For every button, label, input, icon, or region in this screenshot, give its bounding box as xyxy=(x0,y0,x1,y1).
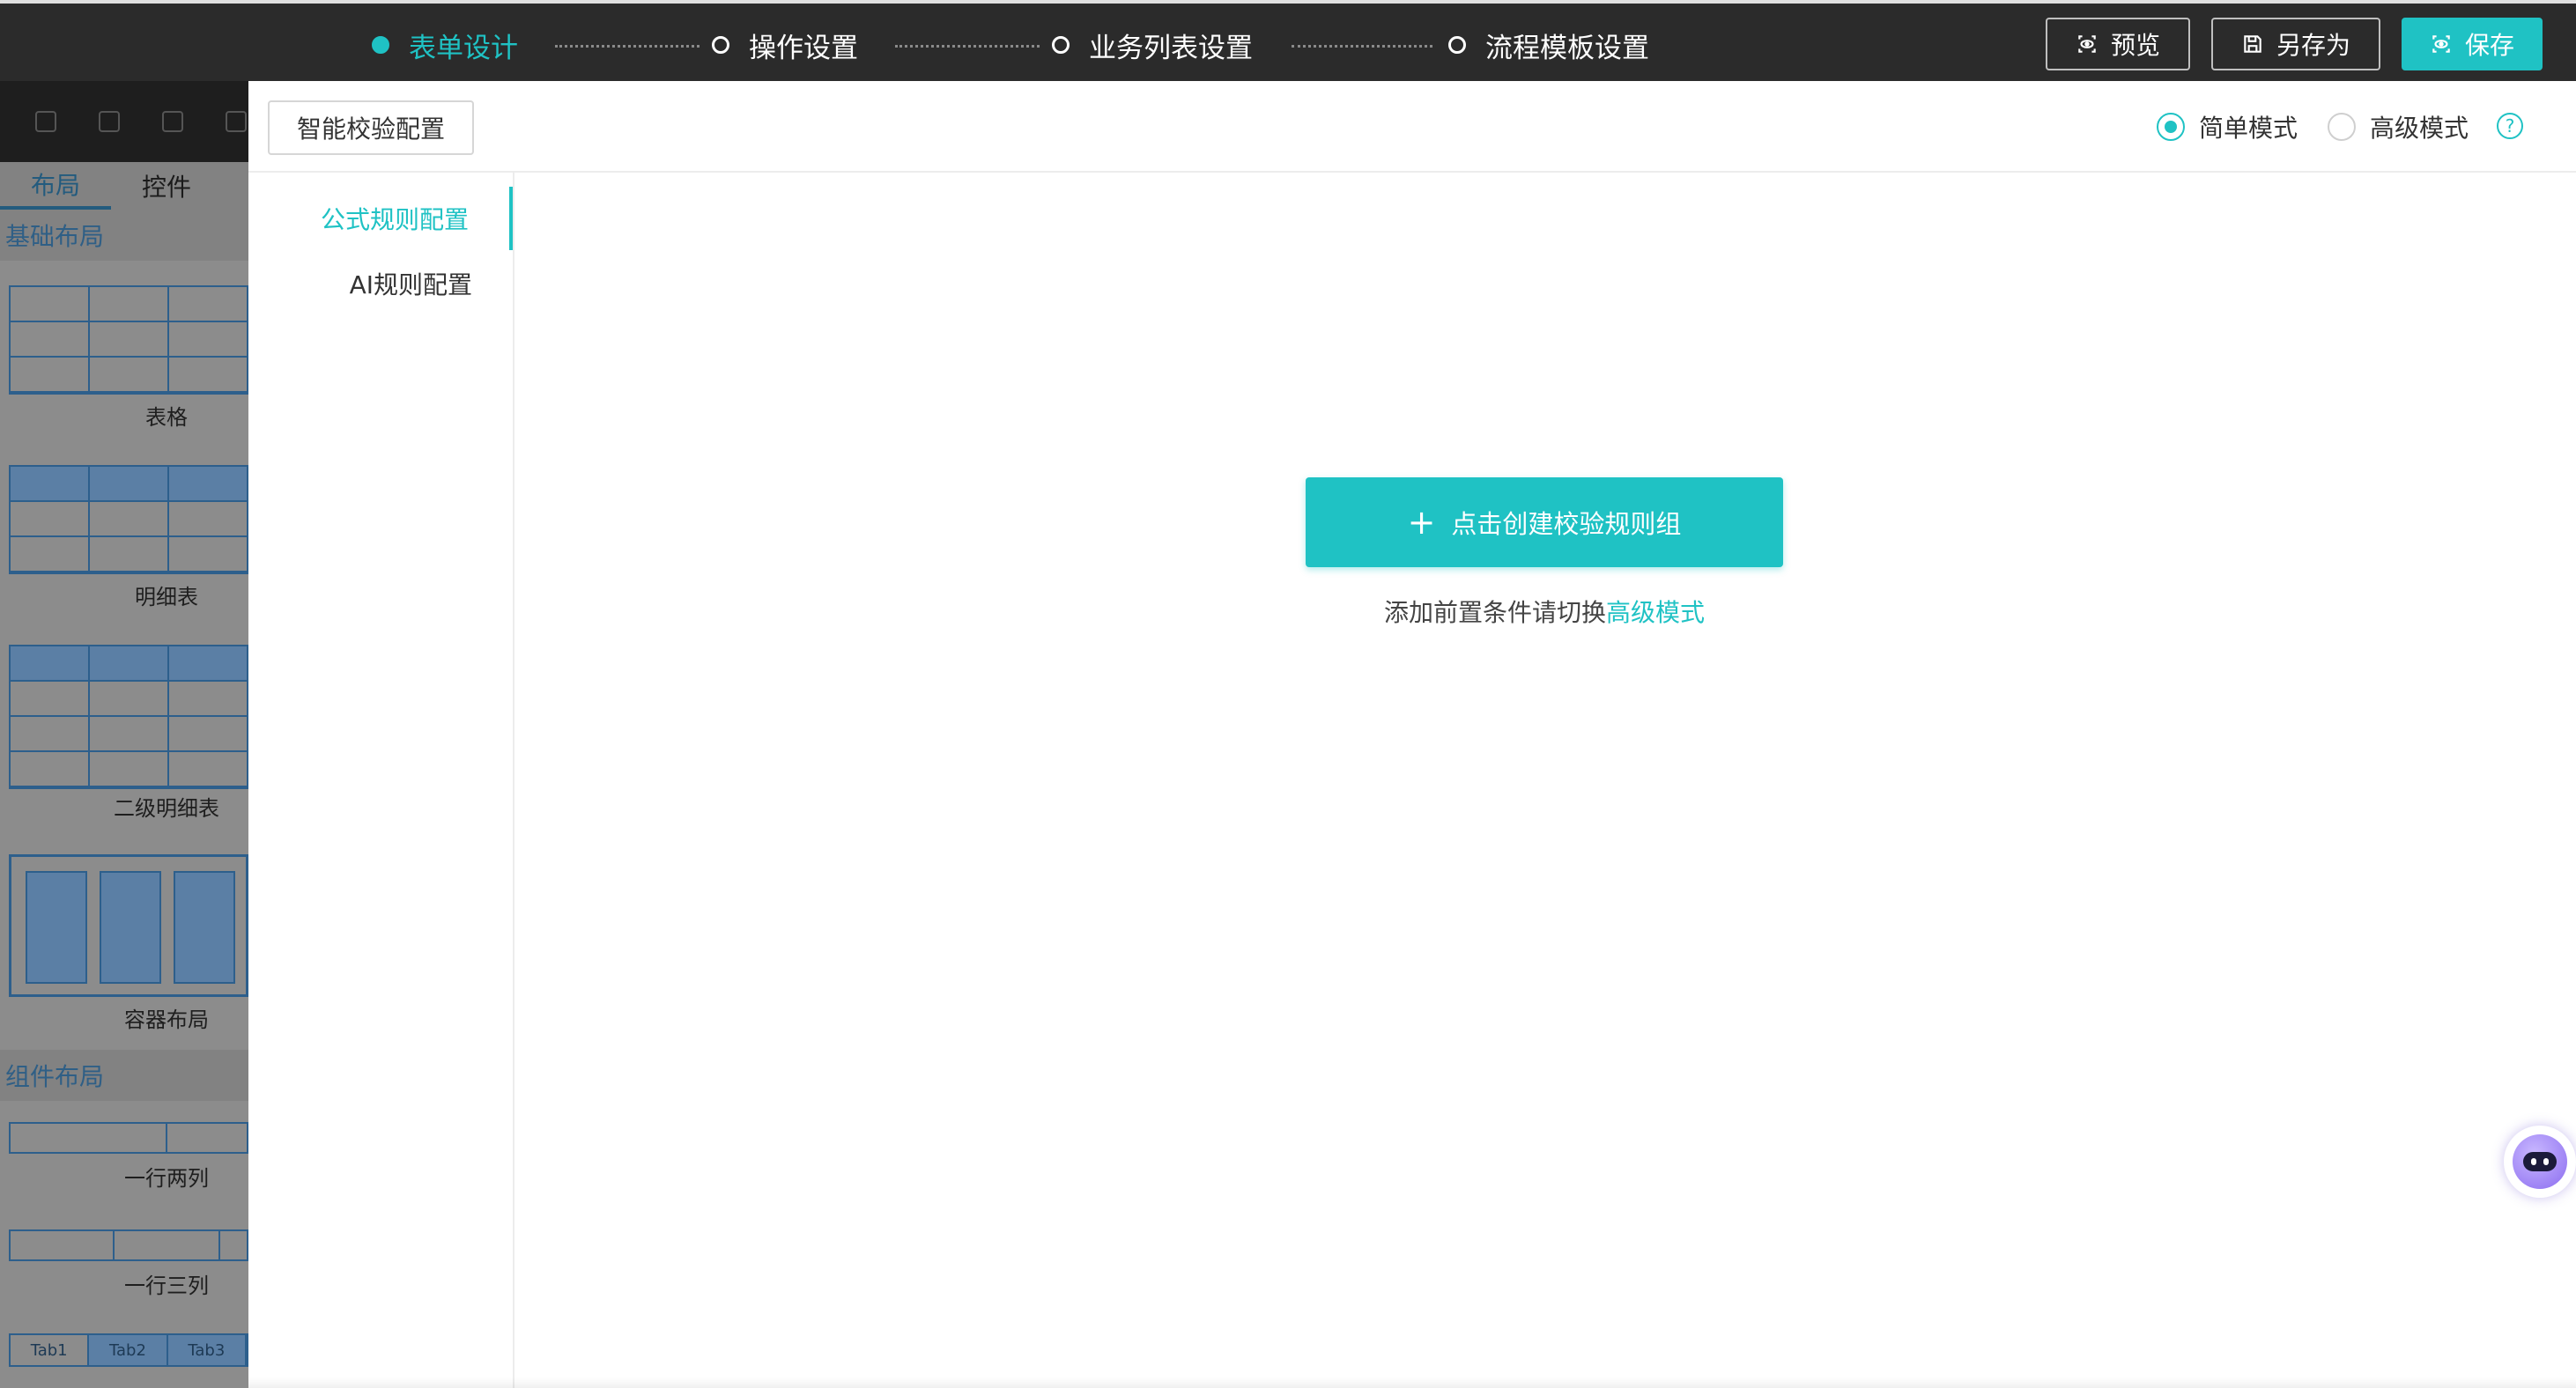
widget-detail-table[interactable] xyxy=(9,465,248,574)
mode-advanced-label: 高级模式 xyxy=(2370,114,2469,143)
advanced-mode-link[interactable]: 高级模式 xyxy=(1606,598,1705,627)
preview-button[interactable]: 预览 xyxy=(2046,18,2190,70)
robot-icon xyxy=(2513,1134,2567,1189)
tab-layout[interactable]: 布局 xyxy=(0,162,111,210)
nav-ai-rules[interactable]: AI规则配置 xyxy=(247,252,513,315)
mode-simple-label: 简单模式 xyxy=(2199,114,2298,143)
step-business-list-settings[interactable]: 业务列表设置 xyxy=(1052,25,1253,65)
widget-tab-label: Tab1 xyxy=(11,1335,90,1365)
toolbar-icon xyxy=(35,111,56,132)
step-separator xyxy=(1292,45,1432,48)
top-bar: 表单设计 操作设置 业务列表设置 流程模板设置 预览 另存为 保存 xyxy=(0,0,2576,81)
step-label: 流程模板设置 xyxy=(1485,32,1649,64)
eye-icon xyxy=(2078,35,2096,53)
widget-three-columns[interactable] xyxy=(9,1229,248,1261)
ai-assistant-button[interactable] xyxy=(2504,1126,2576,1198)
plus-icon: + xyxy=(1407,503,1436,542)
toolbar-icon xyxy=(162,111,183,132)
panel-toolbar xyxy=(0,81,248,162)
rule-nav: 公式规则配置 AI规则配置 xyxy=(248,173,514,1388)
step-operation-settings[interactable]: 操作设置 xyxy=(712,25,858,65)
smart-check-config-button[interactable]: 智能校验配置 xyxy=(268,100,474,155)
step-label: 业务列表设置 xyxy=(1089,32,1253,64)
radio-unchecked-icon xyxy=(2328,113,2356,141)
preview-label: 预览 xyxy=(2110,31,2160,60)
widget-tab-label: Tab3 xyxy=(167,1335,247,1365)
step-form-design[interactable]: 表单设计 xyxy=(372,25,518,65)
smart-check-dialog: 智能校验配置 简单模式 高级模式 ? 公式规则配置 AI规则配置 + 点击创建校… xyxy=(248,81,2576,1388)
advanced-mode-hint: 添加前置条件请切换高级模式 xyxy=(1306,594,1783,629)
nav-formula-rules[interactable]: 公式规则配置 xyxy=(247,187,513,250)
widget-three-columns-label: 一行三列 xyxy=(124,1274,209,1298)
save-as-button[interactable]: 另存为 xyxy=(2211,18,2380,70)
section-basic-layout: 基础布局 xyxy=(0,210,248,261)
floppy-disk-icon xyxy=(2244,35,2261,53)
save-eye-icon xyxy=(2432,35,2450,53)
toolbar-icon xyxy=(99,111,120,132)
save-button[interactable]: 保存 xyxy=(2402,18,2543,70)
toolbar-icon xyxy=(226,111,247,132)
widget-two-columns-label: 一行两列 xyxy=(124,1166,209,1191)
widget-sub-detail-table[interactable] xyxy=(9,645,248,789)
step-label: 操作设置 xyxy=(749,32,858,64)
radio-checked-icon xyxy=(2157,113,2185,141)
create-rule-group-button[interactable]: + 点击创建校验规则组 xyxy=(1306,477,1783,567)
widget-panel: 布局 控件 基础布局 表格 明细表 二级明细表 容器布局 组件布局 一行两列 一… xyxy=(0,81,248,1388)
widget-detail-table-label: 明细表 xyxy=(135,585,198,609)
step-process-template-settings[interactable]: 流程模板设置 xyxy=(1448,25,1649,65)
mode-simple-radio[interactable]: 简单模式 xyxy=(2157,111,2298,143)
step-dot-icon xyxy=(712,36,729,54)
widget-tab-label: Tab2 xyxy=(89,1335,168,1365)
widget-table-label: 表格 xyxy=(145,405,188,430)
widget-two-columns[interactable] xyxy=(9,1122,248,1154)
section-component-layout: 组件布局 xyxy=(0,1050,248,1101)
tab-controls[interactable]: 控件 xyxy=(111,162,222,210)
widget-table[interactable] xyxy=(9,285,248,395)
hint-text: 添加前置条件请切换 xyxy=(1383,598,1606,627)
create-rule-group-label: 点击创建校验规则组 xyxy=(1451,509,1682,539)
mode-advanced-radio[interactable]: 高级模式 xyxy=(2328,111,2469,143)
save-label: 保存 xyxy=(2464,31,2514,60)
save-as-label: 另存为 xyxy=(2276,31,2350,60)
widget-container-layout-label: 容器布局 xyxy=(124,1008,209,1032)
panel-tabs: 布局 控件 xyxy=(0,162,248,210)
step-separator xyxy=(555,45,700,48)
widget-container-layout[interactable] xyxy=(9,854,248,997)
dialog-header: 智能校验配置 简单模式 高级模式 ? xyxy=(248,81,2576,173)
dialog-bottom-shadow xyxy=(248,1377,2576,1388)
step-dot-icon xyxy=(1448,36,1466,54)
widget-tabs[interactable]: Tab1 Tab2 Tab3 xyxy=(9,1333,248,1367)
step-separator xyxy=(895,45,1040,48)
step-label: 表单设计 xyxy=(409,32,518,64)
step-dot-icon xyxy=(1052,36,1070,54)
widget-sub-detail-table-label: 二级明细表 xyxy=(114,796,219,821)
step-dot-icon xyxy=(372,36,389,54)
help-icon[interactable]: ? xyxy=(2497,113,2523,139)
